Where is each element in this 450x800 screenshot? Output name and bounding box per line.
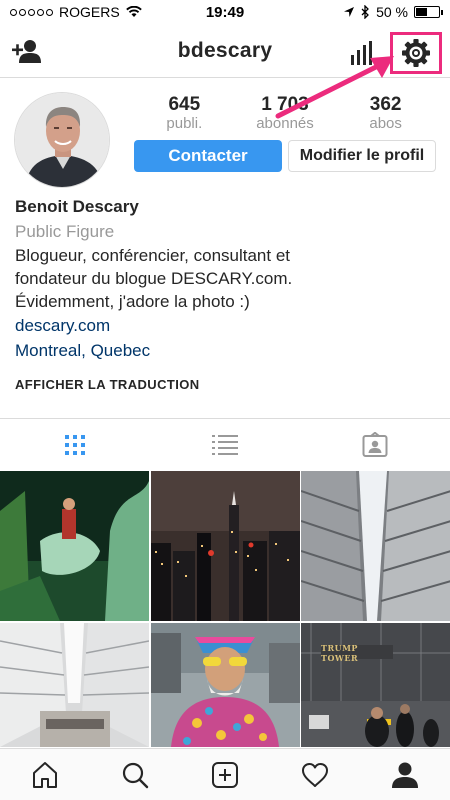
stat-posts-value: 645 — [168, 94, 201, 115]
photo-tile[interactable] — [150, 622, 300, 747]
clock: 19:49 — [205, 4, 245, 21]
profile-stats: 645 publi. 1 703 abonnés 362 abos — [134, 92, 436, 132]
new-post-tab[interactable] — [210, 760, 240, 790]
location-arrow-icon — [344, 7, 355, 17]
edit-profile-button[interactable]: Modifier le profil — [288, 140, 436, 172]
stat-followers[interactable]: 1 703 abonnés — [240, 94, 330, 132]
photo-tile[interactable] — [301, 471, 450, 621]
photo-oculus-ribs — [301, 471, 450, 621]
photo-trump-tower — [301, 622, 450, 747]
photo-tile[interactable] — [0, 471, 149, 621]
profile-bio: Benoit Descary Public Figure Blogueur, c… — [0, 190, 450, 393]
tab-grid[interactable] — [0, 419, 150, 470]
insights-bar-chart-icon[interactable] — [348, 40, 374, 66]
photo-grid: TRUMP TOWER — [0, 471, 450, 747]
search-tab[interactable] — [120, 760, 150, 790]
bottom-tab-bar — [0, 748, 450, 800]
settings-highlight-box[interactable] — [390, 32, 442, 74]
battery-icon — [414, 6, 443, 18]
activity-tab[interactable] — [300, 760, 330, 790]
photo-tile[interactable]: TRUMP TOWER — [301, 622, 450, 747]
status-bar: ROGERS 19:49 50 % — [0, 0, 450, 24]
tab-tagged[interactable] — [300, 419, 450, 470]
grid-view-icon[interactable] — [63, 433, 87, 457]
bio-line: Blogueur, conférencier, consultant et — [15, 246, 291, 265]
carrier-name: ROGERS — [59, 4, 120, 20]
battery-percent: 50 % — [376, 4, 408, 20]
bio-line: fondateur du blogue DESCARY.com. — [15, 269, 293, 288]
stat-posts[interactable]: 645 publi. — [139, 94, 229, 132]
stat-following-label: abos — [369, 115, 402, 132]
trump-tower-sign: TRUMP TOWER — [321, 642, 359, 663]
add-person-icon[interactable] — [12, 37, 42, 65]
bio-category: Public Figure — [15, 222, 115, 241]
profile-username: bdescary — [177, 38, 273, 62]
photo-oculus-interior — [0, 622, 149, 747]
photo-tile[interactable] — [150, 471, 300, 621]
bio-full-name: Benoit Descary — [15, 197, 139, 216]
plus-square-icon[interactable] — [211, 761, 239, 789]
profile-tab[interactable] — [390, 760, 420, 790]
list-view-icon[interactable] — [212, 434, 238, 456]
signal-strength-icon — [10, 8, 53, 16]
avatar[interactable] — [14, 92, 110, 188]
profile-header: 645 publi. 1 703 abonnés 362 abos Contac… — [0, 78, 450, 190]
profile-nav-bar: bdescary — [0, 24, 450, 78]
show-translation-button[interactable]: AFFICHER LA TRADUCTION — [15, 377, 435, 393]
bio-location-link[interactable]: Montreal, Quebec — [15, 339, 435, 363]
bluetooth-icon — [361, 5, 369, 19]
photo-city-night-skyline — [150, 471, 300, 621]
tagged-person-icon[interactable] — [362, 431, 388, 458]
heart-icon[interactable] — [301, 762, 329, 788]
search-icon[interactable] — [121, 761, 149, 789]
profile-person-icon[interactable] — [391, 761, 419, 789]
settings-gear-icon[interactable] — [401, 38, 431, 68]
photo-street-performer — [150, 622, 300, 747]
stat-followers-label: abonnés — [256, 115, 314, 132]
profile-view-tabs — [0, 418, 450, 470]
stat-followers-value: 1 703 — [261, 94, 309, 115]
tab-list[interactable] — [150, 419, 300, 470]
photo-tile[interactable] — [0, 622, 149, 747]
home-tab[interactable] — [30, 760, 60, 790]
home-icon[interactable] — [31, 761, 59, 789]
contact-button[interactable]: Contacter — [134, 140, 282, 172]
stat-posts-label: publi. — [166, 115, 203, 132]
stat-following[interactable]: 362 abos — [341, 94, 431, 132]
photo-ice-sculpture-horse — [0, 471, 149, 621]
wifi-icon — [125, 6, 142, 17]
stat-following-value: 362 — [369, 94, 402, 115]
bio-website-link[interactable]: descary.com — [15, 313, 435, 339]
bio-line: Évidemment, j'adore la photo :) — [15, 292, 250, 311]
